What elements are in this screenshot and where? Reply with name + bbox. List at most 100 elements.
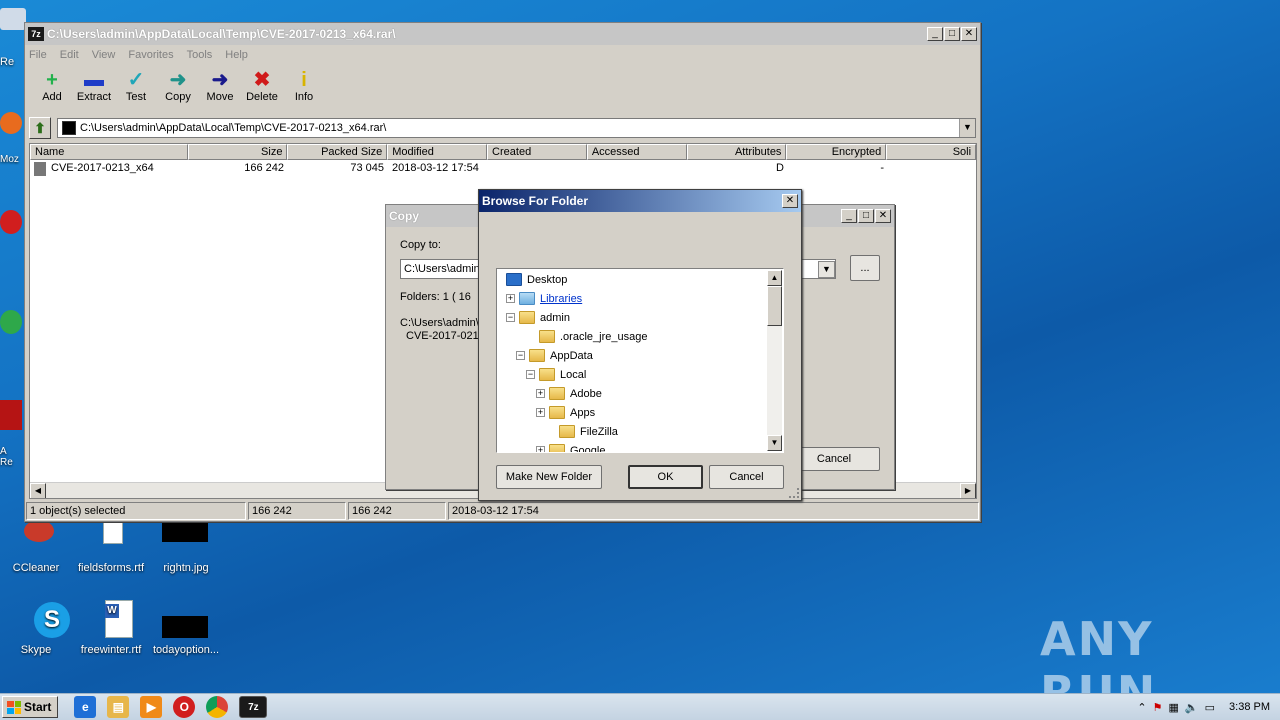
- table-row[interactable]: CVE-2017-0213_x64 166 242 73 045 2018-03…: [30, 160, 976, 177]
- action-center-icon[interactable]: ⚑: [1153, 701, 1163, 714]
- close-button[interactable]: ✕: [875, 209, 891, 223]
- desktop-icon-ccleaner[interactable]: CCleaner: [0, 518, 74, 574]
- desktop-icon-rightn[interactable]: rightn.jpg: [148, 518, 224, 574]
- show-hidden-icons-icon[interactable]: ⌃: [1137, 701, 1146, 714]
- system-tray: ⌃ ⚑ ▦ 🔈 ▭ 3:38 PM: [1137, 701, 1280, 714]
- column-created[interactable]: Created: [487, 144, 587, 160]
- volume-icon[interactable]: 🔈: [1185, 701, 1199, 714]
- tree-item[interactable]: − AppData: [516, 346, 593, 365]
- collapse-icon[interactable]: −: [516, 351, 525, 360]
- toolbar-add-button[interactable]: + Add: [31, 65, 73, 111]
- toolbar-delete-button[interactable]: ✖ Delete: [241, 65, 283, 111]
- maximize-button[interactable]: □: [944, 27, 960, 41]
- desktop-icon-skype[interactable]: S Skype: [0, 600, 74, 656]
- desktop-chrome-icon[interactable]: [0, 310, 26, 354]
- tree-item[interactable]: FileZilla: [546, 422, 618, 441]
- column-solid[interactable]: Soli: [886, 144, 976, 160]
- column-name[interactable]: Name: [30, 144, 188, 160]
- browse-titlebar[interactable]: Browse For Folder ✕: [479, 190, 801, 212]
- expand-icon[interactable]: +: [536, 446, 545, 452]
- browse-button[interactable]: ...: [850, 255, 880, 281]
- menu-file[interactable]: File: [29, 49, 47, 61]
- column-encrypted[interactable]: Encrypted: [786, 144, 887, 160]
- close-button[interactable]: ✕: [782, 194, 798, 208]
- maximize-button[interactable]: □: [858, 209, 874, 223]
- desktop-icon-label: Skype: [20, 644, 52, 656]
- window-titlebar[interactable]: 7z C:\Users\admin\AppData\Local\Temp\CVE…: [25, 23, 980, 45]
- toolbar-extract-button[interactable]: ▬ Extract: [73, 65, 115, 111]
- tree-item[interactable]: .oracle_jre_usage: [526, 327, 647, 346]
- vertical-scrollbar[interactable]: ▲ ▼: [767, 270, 782, 451]
- column-accessed[interactable]: Accessed: [586, 144, 687, 160]
- chevron-down-icon[interactable]: ▼: [959, 119, 975, 137]
- tree-item[interactable]: Desktop: [506, 270, 567, 289]
- tree-item-label: Local: [560, 368, 587, 381]
- status-selection: 1 object(s) selected: [26, 502, 246, 520]
- column-packed-size[interactable]: Packed Size: [287, 144, 388, 160]
- tree-item[interactable]: + Adobe: [536, 384, 602, 403]
- expand-icon[interactable]: +: [536, 389, 545, 398]
- scroll-thumb[interactable]: [767, 286, 782, 326]
- display-icon[interactable]: ▭: [1205, 701, 1215, 714]
- up-folder-button[interactable]: ⬆: [29, 117, 51, 139]
- opera-icon[interactable]: O: [173, 696, 196, 718]
- media-player-icon[interactable]: ▶: [140, 696, 163, 718]
- collapse-icon[interactable]: −: [506, 313, 515, 322]
- 7zip-taskbar-icon[interactable]: 7z: [239, 696, 268, 718]
- expand-icon[interactable]: +: [506, 294, 515, 303]
- ie-icon[interactable]: e: [74, 696, 97, 718]
- resize-grip-icon[interactable]: [789, 488, 799, 498]
- make-new-folder-button[interactable]: Make New Folder: [496, 465, 602, 489]
- clock[interactable]: 3:38 PM: [1229, 701, 1270, 713]
- desktop-firefox-icon[interactable]: Moz: [0, 112, 26, 165]
- toolbar-test-button[interactable]: ✓ Test: [115, 65, 157, 111]
- tree-item[interactable]: + Apps: [536, 403, 595, 422]
- start-button[interactable]: Start: [2, 696, 59, 718]
- toolbar-info-button[interactable]: i Info: [283, 65, 325, 111]
- tree-item[interactable]: + Libraries: [506, 289, 582, 308]
- folder-icon: [539, 330, 555, 343]
- close-button[interactable]: ✕: [961, 27, 977, 41]
- column-size[interactable]: Size: [187, 144, 288, 160]
- desktop-recycle-bin-icon[interactable]: Re: [0, 8, 26, 68]
- menu-edit[interactable]: Edit: [60, 49, 79, 61]
- scroll-right-icon[interactable]: ▶: [960, 483, 976, 498]
- folder-icon: [549, 387, 565, 400]
- scroll-up-icon[interactable]: ▲: [767, 270, 782, 286]
- tree-item[interactable]: + Google: [536, 441, 605, 452]
- tree-item-label: FileZilla: [580, 425, 618, 438]
- minimize-button[interactable]: _: [927, 27, 943, 41]
- network-icon[interactable]: ▦: [1169, 701, 1179, 714]
- column-attributes[interactable]: Attributes: [686, 144, 787, 160]
- desktop-acrobat-icon[interactable]: A Re: [0, 400, 26, 468]
- cancel-button[interactable]: Cancel: [709, 465, 784, 489]
- status-size: 166 242: [248, 502, 346, 520]
- tree-item[interactable]: − Local: [526, 365, 586, 384]
- folder-tree[interactable]: Desktop + Libraries − admin .oracle_jre_usage…: [496, 268, 784, 453]
- desktop-opera-icon[interactable]: [0, 210, 26, 254]
- desktop-icon-todayoption[interactable]: todayoption...: [148, 600, 224, 656]
- ok-button[interactable]: OK: [628, 465, 703, 489]
- expand-icon[interactable]: +: [536, 408, 545, 417]
- menu-favorites[interactable]: Favorites: [128, 49, 173, 61]
- chrome-icon[interactable]: [206, 696, 229, 718]
- chevron-down-icon[interactable]: ▼: [818, 261, 835, 278]
- menu-help[interactable]: Help: [225, 49, 248, 61]
- menu-tools[interactable]: Tools: [187, 49, 213, 61]
- column-modified[interactable]: Modified: [387, 144, 488, 160]
- explorer-icon[interactable]: ▤: [107, 696, 130, 718]
- address-combobox[interactable]: C:\Users\admin\AppData\Local\Temp\CVE-20…: [57, 118, 976, 138]
- toolbar-copy-button[interactable]: ➜ Copy: [157, 65, 199, 111]
- minimize-button[interactable]: _: [841, 209, 857, 223]
- collapse-icon[interactable]: −: [526, 370, 535, 379]
- scroll-down-icon[interactable]: ▼: [767, 435, 782, 451]
- tree-item[interactable]: − admin: [506, 308, 570, 327]
- copy-path-line2: CVE-2017-0213: [406, 330, 485, 342]
- desktop-icon-fieldsforms[interactable]: fieldsforms.rtf: [73, 518, 149, 574]
- menu-view[interactable]: View: [92, 49, 116, 61]
- scroll-left-icon[interactable]: ◀: [30, 483, 46, 498]
- toolbar-move-button[interactable]: ➜ Move: [199, 65, 241, 111]
- address-path: C:\Users\admin\AppData\Local\Temp\CVE-20…: [80, 122, 387, 134]
- window-title: C:\Users\admin\AppData\Local\Temp\CVE-20…: [47, 27, 396, 41]
- desktop-icon-freewinter[interactable]: W freewinter.rtf: [73, 600, 149, 656]
